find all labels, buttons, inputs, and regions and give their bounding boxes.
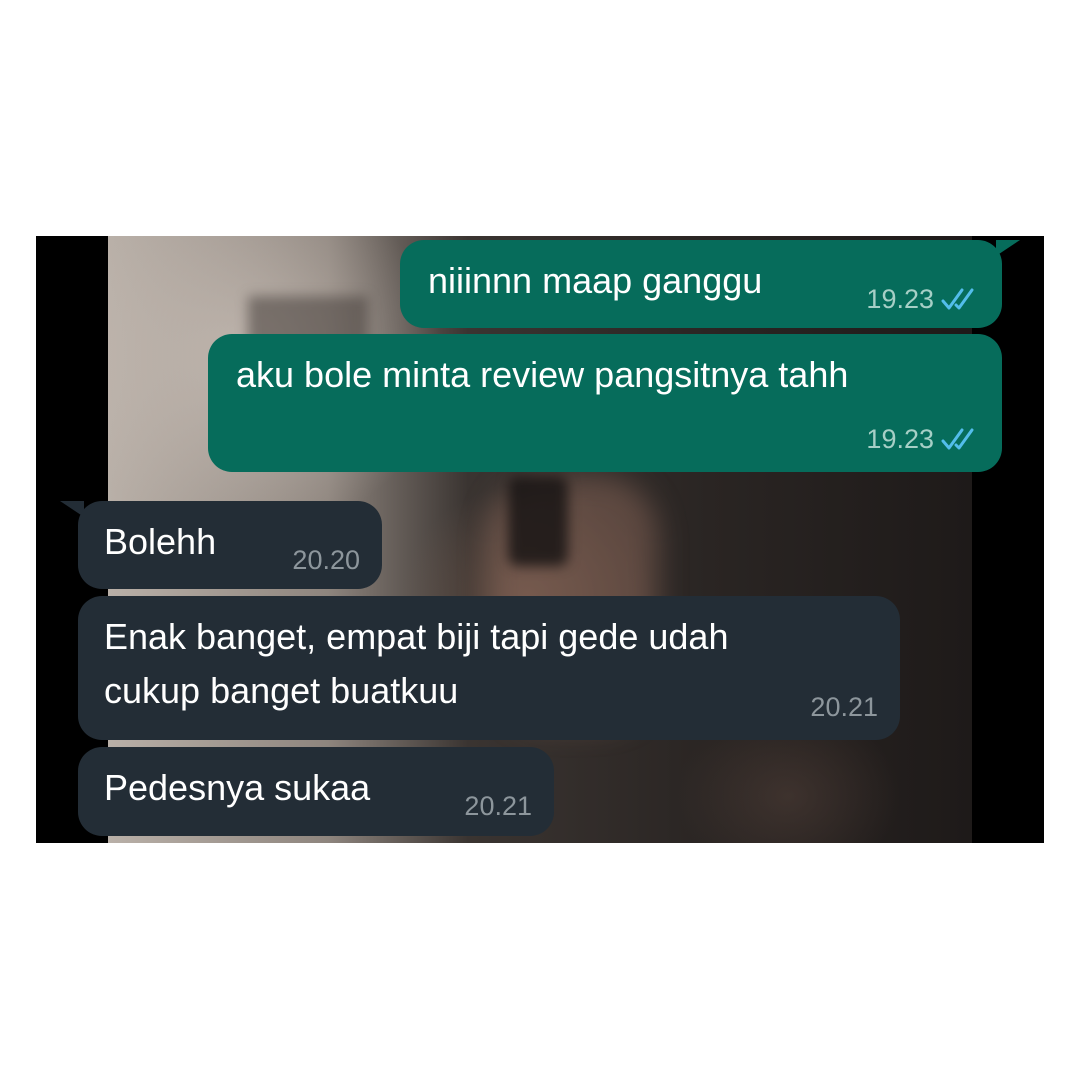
- message-meta: 19.23: [866, 424, 980, 454]
- double-check-read-icon: [941, 428, 974, 450]
- message-bubble-incoming[interactable]: Enak banget, empat biji tapi gede udah c…: [78, 596, 900, 740]
- message-text: Pedesnya sukaa: [104, 767, 371, 808]
- message-meta: 20.21: [810, 692, 878, 722]
- bubble-tail: [996, 240, 1020, 256]
- screenshot-frame: niiinnn maap ganggu 19.23 aku bole minta…: [36, 236, 1044, 843]
- message-time: 19.23: [866, 424, 934, 454]
- message-meta: 20.21: [464, 791, 532, 821]
- message-text: Bolehh: [104, 521, 217, 562]
- message-bubble-incoming[interactable]: Pedesnya sukaa 20.21: [78, 747, 554, 836]
- message-meta: 19.23: [866, 284, 980, 314]
- message-bubble-incoming[interactable]: Bolehh 20.20: [78, 501, 382, 589]
- message-time: 20.20: [292, 545, 360, 575]
- message-text-line: cukup banget buatkuu: [104, 670, 459, 711]
- message-text-line: Enak banget, empat biji tapi gede udah: [104, 616, 729, 657]
- message-bubble-outgoing[interactable]: niiinnn maap ganggu 19.23: [400, 240, 1002, 328]
- double-check-read-icon: [941, 288, 974, 310]
- message-time: 19.23: [866, 284, 934, 314]
- message-text: aku bole minta review pangsitnya tahh: [236, 354, 849, 395]
- message-bubble-outgoing[interactable]: aku bole minta review pangsitnya tahh 19…: [208, 334, 1002, 472]
- message-time: 20.21: [810, 692, 878, 722]
- wallpaper-blur-shape: [508, 476, 568, 566]
- message-text: niiinnn maap ganggu: [428, 260, 763, 301]
- message-meta: 20.20: [292, 545, 360, 575]
- message-time: 20.21: [464, 791, 532, 821]
